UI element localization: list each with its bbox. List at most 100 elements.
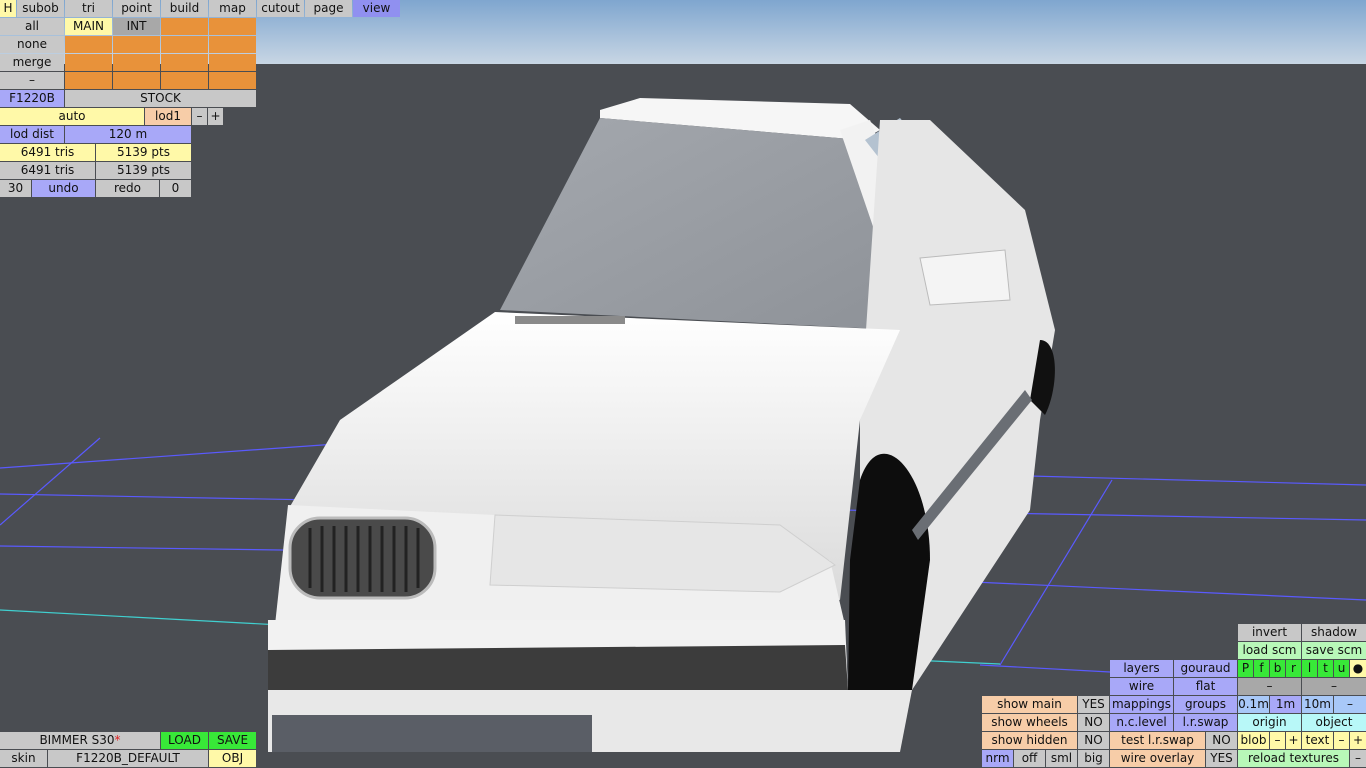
wire-overlay-label[interactable]: wire overlay	[1110, 750, 1205, 767]
skin-select[interactable]: F1220B_DEFAULT	[48, 750, 208, 767]
kidney-grille	[288, 516, 437, 600]
blob-button[interactable]: blob	[1238, 732, 1269, 749]
flag-r[interactable]: r	[1286, 660, 1301, 677]
layer-slot[interactable]	[161, 54, 208, 71]
big-button[interactable]: big	[1078, 750, 1109, 767]
load-button[interactable]: LOAD	[161, 732, 208, 749]
merge-button[interactable]: merge	[0, 54, 64, 71]
menu-view[interactable]: view	[353, 0, 400, 17]
text-minus-button[interactable]: –	[1334, 732, 1349, 749]
blob-plus-button[interactable]: +	[1286, 732, 1301, 749]
nclevel-button[interactable]: n.c.level	[1110, 714, 1173, 731]
layer-slot[interactable]	[113, 54, 160, 71]
off-button[interactable]: off	[1014, 750, 1045, 767]
flag-b[interactable]: b	[1270, 660, 1285, 677]
dash-button-2[interactable]: –	[1302, 678, 1366, 695]
lod-plus-button[interactable]: +	[208, 108, 223, 125]
blob-minus-button[interactable]: –	[1270, 732, 1285, 749]
lrswap-button[interactable]: l.r.swap	[1174, 714, 1237, 731]
mappings-button[interactable]: mappings	[1110, 696, 1173, 713]
wire-button[interactable]: wire	[1110, 678, 1173, 695]
test-lrswap-toggle[interactable]: NO	[1206, 732, 1237, 749]
flag-p[interactable]: P	[1238, 660, 1253, 677]
wire-overlay-toggle[interactable]: YES	[1206, 750, 1237, 767]
layer-slot[interactable]	[65, 54, 112, 71]
layer-slot[interactable]	[161, 18, 208, 35]
menu-map[interactable]: map	[209, 0, 256, 17]
mirror	[919, 249, 1011, 306]
lod-select[interactable]: lod1	[145, 108, 191, 125]
layer-slot[interactable]	[209, 54, 256, 71]
test-lrswap-label[interactable]: test l.r.swap	[1110, 732, 1205, 749]
menu-tri[interactable]: tri	[65, 0, 112, 17]
menu-point[interactable]: point	[113, 0, 160, 17]
nrm-button[interactable]: nrm	[982, 750, 1013, 767]
invert-button[interactable]: invert	[1238, 624, 1301, 641]
model-variant[interactable]: STOCK	[65, 90, 256, 107]
layer-slot[interactable]	[161, 72, 208, 89]
flag-dot[interactable]: ●	[1350, 660, 1366, 677]
load-scm-button[interactable]: load scm	[1238, 642, 1301, 659]
menu-cutout[interactable]: cutout	[257, 0, 304, 17]
layer-slot[interactable]	[113, 36, 160, 53]
flag-t[interactable]: t	[1318, 660, 1333, 677]
select-all-button[interactable]: all	[0, 18, 64, 35]
show-main-toggle[interactable]: YES	[1078, 696, 1109, 713]
menu-page[interactable]: page	[305, 0, 352, 17]
redo-count: 0	[160, 180, 191, 197]
flag-f[interactable]: f	[1254, 660, 1269, 677]
flag-u[interactable]: u	[1334, 660, 1349, 677]
undo-button[interactable]: undo	[32, 180, 95, 197]
layer-slot[interactable]	[209, 72, 256, 89]
dash-button-1[interactable]: –	[1238, 678, 1301, 695]
layer-slot[interactable]	[161, 36, 208, 53]
hood-vent	[515, 316, 625, 324]
save-button[interactable]: SAVE	[209, 732, 256, 749]
scale-1m-button[interactable]: 1m	[1270, 696, 1301, 713]
scale-10m-button[interactable]: 10m	[1302, 696, 1333, 713]
modified-mark: *	[114, 733, 121, 747]
text-plus-button[interactable]: +	[1350, 732, 1366, 749]
select-none-button[interactable]: none	[0, 36, 64, 53]
groups-button[interactable]: groups	[1174, 696, 1237, 713]
layer-slot[interactable]	[209, 36, 256, 53]
obj-button[interactable]: OBJ	[209, 750, 256, 767]
layers-button[interactable]: layers	[1110, 660, 1173, 677]
tris-count: 6491 tris	[0, 144, 95, 161]
flat-button[interactable]: flat	[1174, 678, 1237, 695]
show-wheels-toggle[interactable]: NO	[1078, 714, 1109, 731]
save-scm-button[interactable]: save scm	[1302, 642, 1366, 659]
tab-main[interactable]: MAIN	[65, 18, 112, 35]
lod-dist-value[interactable]: 120 m	[65, 126, 191, 143]
scale-dash-button[interactable]: –	[1334, 696, 1366, 713]
sml-button[interactable]: sml	[1046, 750, 1077, 767]
show-hidden-label[interactable]: show hidden	[982, 732, 1077, 749]
scale-01m-button[interactable]: 0.1m	[1238, 696, 1269, 713]
shadow-button[interactable]: shadow	[1302, 624, 1366, 641]
menu-build[interactable]: build	[161, 0, 208, 17]
layer-slot[interactable]	[209, 18, 256, 35]
object-button[interactable]: object	[1302, 714, 1366, 731]
flag-l[interactable]: l	[1302, 660, 1317, 677]
layer-slot[interactable]	[113, 72, 160, 89]
menu-subob[interactable]: subob	[17, 0, 64, 17]
show-main-label[interactable]: show main	[982, 696, 1077, 713]
car-name[interactable]: BIMMER S30*	[0, 732, 160, 749]
show-wheels-label[interactable]: show wheels	[982, 714, 1077, 731]
lod-minus-button[interactable]: –	[192, 108, 207, 125]
dash-button[interactable]: –	[0, 72, 64, 89]
origin-button[interactable]: origin	[1238, 714, 1301, 731]
tris-count-total: 6491 tris	[0, 162, 95, 179]
gouraud-button[interactable]: gouraud	[1174, 660, 1237, 677]
redo-button[interactable]: redo	[96, 180, 159, 197]
model-code[interactable]: F1220B	[0, 90, 64, 107]
reload-textures-button[interactable]: reload textures	[1238, 750, 1349, 767]
layer-slot[interactable]	[65, 72, 112, 89]
menu-h[interactable]: H	[0, 0, 16, 17]
text-button[interactable]: text	[1302, 732, 1333, 749]
layer-slot[interactable]	[65, 36, 112, 53]
reload-minus-button[interactable]: –	[1350, 750, 1366, 767]
lod-auto-button[interactable]: auto	[0, 108, 144, 125]
show-hidden-toggle[interactable]: NO	[1078, 732, 1109, 749]
tab-int[interactable]: INT	[113, 18, 160, 35]
